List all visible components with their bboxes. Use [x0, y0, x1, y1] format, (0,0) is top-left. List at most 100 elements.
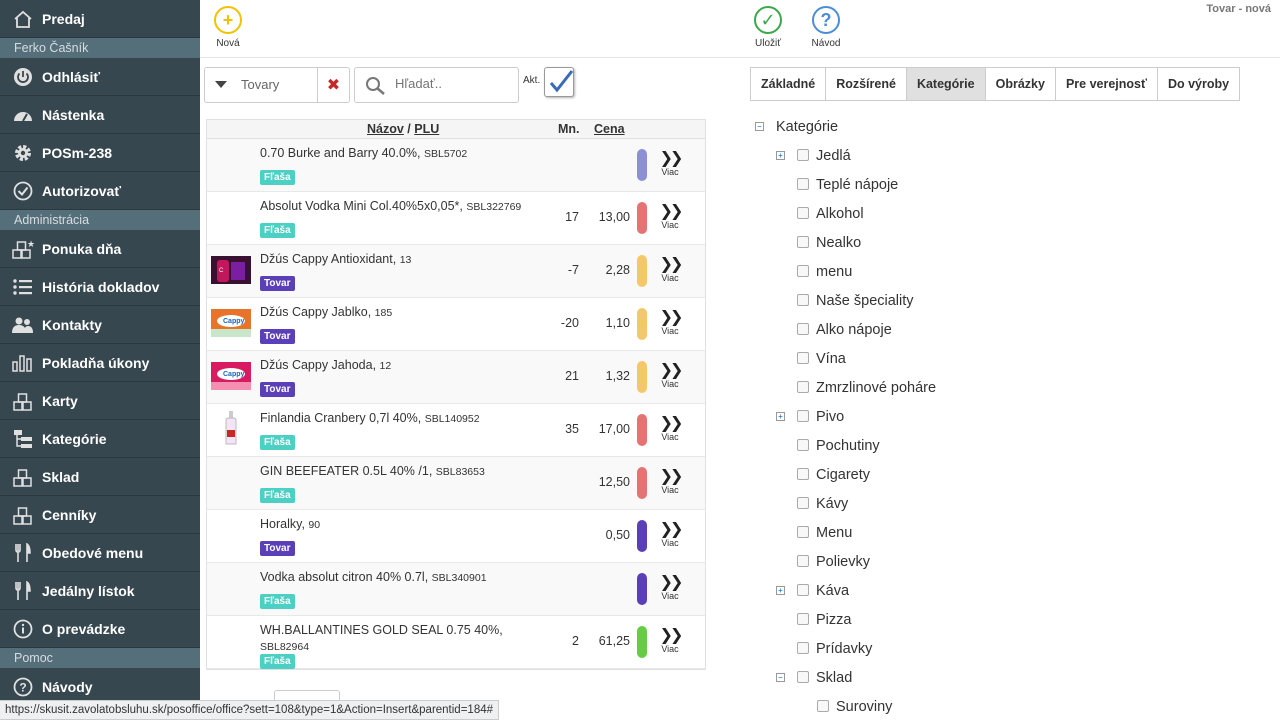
- save-button[interactable]: ✓ Uložiť: [743, 6, 793, 49]
- sidebar-item-obedove-menu[interactable]: Obedové menu: [0, 534, 200, 572]
- more-label: Viac: [661, 167, 679, 177]
- product-type-badge: Fľaša: [260, 170, 295, 185]
- sort-by-name-link[interactable]: Názov: [367, 122, 404, 136]
- tab-kategorie[interactable]: Kategórie: [905, 67, 986, 101]
- category-checkbox[interactable]: [797, 178, 809, 190]
- product-price: 0,50: [605, 528, 630, 542]
- table-row[interactable]: GIN BEEFEATER 0.5L 40% /1, SBL83653 Fľaša…: [207, 457, 705, 510]
- category-checkbox[interactable]: [797, 468, 809, 480]
- expand-icon[interactable]: +: [776, 586, 785, 595]
- category-checkbox[interactable]: [797, 526, 809, 538]
- category-checkbox[interactable]: [797, 207, 809, 219]
- double-chevron-right-icon: ❯❯: [659, 362, 684, 379]
- sidebar-item-cenniky[interactable]: Cenníky: [0, 496, 200, 534]
- sidebar-item-karty[interactable]: Karty: [0, 382, 200, 420]
- sidebar-item-kontakty[interactable]: Kontakty: [0, 306, 200, 344]
- category-checkbox[interactable]: [797, 497, 809, 509]
- product-name: Horalky, 90: [260, 516, 545, 533]
- more-button[interactable]: ❯❯ Viac: [657, 204, 684, 231]
- sidebar-item-sklad[interactable]: Sklad: [0, 458, 200, 496]
- sidebar-item-o-prevadzke[interactable]: O prevádzke: [0, 610, 200, 648]
- more-button[interactable]: ❯❯ Viac: [657, 151, 684, 178]
- sidebar-item-ponuka-dna[interactable]: ★ Ponuka dňa: [0, 230, 200, 268]
- category-checkbox[interactable]: [797, 613, 809, 625]
- category-checkbox[interactable]: [797, 584, 809, 596]
- type-select-value[interactable]: Tovary: [237, 67, 318, 103]
- sidebar-item-predaj[interactable]: Predaj: [0, 0, 200, 38]
- collapse-icon[interactable]: −: [776, 673, 785, 682]
- more-button[interactable]: ❯❯ Viac: [657, 628, 684, 655]
- svg-text:★: ★: [27, 239, 34, 249]
- table-row[interactable]: 0.70 Burke and Barry 40.0%, SBL5702 Fľaša…: [207, 139, 705, 192]
- product-quantity: 2: [572, 634, 579, 648]
- category-checkbox[interactable]: [797, 323, 809, 335]
- active-checkbox[interactable]: [544, 67, 574, 97]
- category-checkbox[interactable]: [797, 294, 809, 306]
- table-row[interactable]: WH.BALLANTINES GOLD SEAL 0.75 40%, SBL829…: [207, 616, 705, 669]
- more-button[interactable]: ❯❯ Viac: [657, 257, 684, 284]
- collapse-icon[interactable]: −: [755, 122, 764, 131]
- more-button[interactable]: ❯❯ Viac: [657, 416, 684, 443]
- category-checkbox[interactable]: [797, 236, 809, 248]
- clear-type-button[interactable]: ✖: [317, 67, 350, 103]
- new-button[interactable]: + Nová: [203, 6, 253, 49]
- table-row[interactable]: Vodka absolut citron 40% 0.7l, SBL340901…: [207, 563, 705, 616]
- boxes-star-icon: ★: [12, 238, 34, 260]
- product-name: WH.BALLANTINES GOLD SEAL 0.75 40%, SBL829…: [260, 622, 545, 655]
- sidebar-item-nastenka[interactable]: Nástenka: [0, 96, 200, 134]
- info-icon: [12, 618, 34, 640]
- detail-tabs: Základné Rozšírené Kategórie Obrázky Pre ver…: [750, 67, 1241, 101]
- category-checkbox[interactable]: [817, 700, 829, 712]
- sidebar-item-pokladna-ukony[interactable]: Pokladňa úkony: [0, 344, 200, 382]
- category-checkbox[interactable]: [797, 149, 809, 161]
- expand-icon[interactable]: +: [776, 151, 785, 160]
- search-icon: [366, 77, 385, 95]
- sidebar-item-posm-238[interactable]: POSm-238: [0, 134, 200, 172]
- type-dropdown-button[interactable]: [204, 67, 238, 103]
- sort-by-plu-link[interactable]: PLU: [414, 122, 439, 136]
- product-plu: SBL5702: [424, 148, 468, 160]
- sidebar-item-autorizovat[interactable]: Autorizovať: [0, 172, 200, 210]
- search-input[interactable]: [395, 76, 513, 91]
- table-row[interactable]: C Džús Cappy Antioxidant, 13 Tovar -7 2,28 ❯❯…: [207, 245, 705, 298]
- sidebar-item-jedalny-listok[interactable]: Jedálny lístok: [0, 572, 200, 610]
- table-row[interactable]: Cappy Džús Cappy Jablko, 185 Tovar -20 1,10 ❯…: [207, 298, 705, 351]
- table-row[interactable]: Finlandia Cranbery 0,7l 40%, SBL140952 Fľ…: [207, 404, 705, 457]
- category-checkbox[interactable]: [797, 555, 809, 567]
- category-checkbox[interactable]: [797, 439, 809, 451]
- more-button[interactable]: ❯❯ Viac: [657, 574, 684, 602]
- sidebar-item-label: Obedové menu: [42, 544, 144, 561]
- sidebar-item-kategorie[interactable]: Kategórie: [0, 420, 200, 458]
- double-chevron-right-icon: ❯❯: [659, 574, 684, 591]
- tab-pre-verejnost[interactable]: Pre verejnosť: [1054, 67, 1158, 101]
- tab-rozsirene[interactable]: Rozšírené: [825, 67, 907, 101]
- page-title: Tovar - nová: [1206, 3, 1271, 15]
- more-button[interactable]: ❯❯ Viac: [657, 362, 684, 390]
- more-button[interactable]: ❯❯ Viac: [657, 310, 684, 337]
- table-row[interactable]: Horalky, 90 Tovar 0,50 ❯❯ Viac: [207, 510, 705, 563]
- category-checkbox[interactable]: [797, 381, 809, 393]
- tab-do-vyroby[interactable]: Do výroby: [1156, 67, 1241, 101]
- table-row[interactable]: Cappy Džús Cappy Jahoda, 12 Tovar 21 1,32 ❯❯ V…: [207, 351, 705, 404]
- sidebar-item-historia-dokladov[interactable]: História dokladov: [0, 268, 200, 306]
- category-label: Polievky: [816, 554, 870, 570]
- category-checkbox[interactable]: [797, 642, 809, 654]
- help-button[interactable]: ? Návod: [801, 6, 851, 49]
- category-checkbox[interactable]: [797, 410, 809, 422]
- tab-obrazky[interactable]: Obrázky: [984, 67, 1056, 101]
- more-button[interactable]: ❯❯ Viac: [657, 469, 684, 496]
- category-checkbox[interactable]: [797, 671, 809, 683]
- product-name-text: Absolut Vodka Mini Col.40%5x0,05*,: [260, 199, 463, 213]
- more-button[interactable]: ❯❯ Viac: [657, 522, 684, 549]
- category-label: Cigarety: [816, 467, 870, 483]
- category-checkbox[interactable]: [797, 265, 809, 277]
- category-checkbox[interactable]: [797, 352, 809, 364]
- tab-zakladne[interactable]: Základné: [750, 67, 827, 101]
- sort-by-price-link[interactable]: Cena: [594, 122, 625, 136]
- sidebar-item-odhlasit[interactable]: Odhlásiť: [0, 58, 200, 96]
- search-field[interactable]: [354, 67, 519, 103]
- product-color-indicator: [637, 255, 647, 287]
- table-row[interactable]: Absolut Vodka Mini Col.40%5x0,05*, SBL32…: [207, 192, 705, 245]
- category-label: Prídavky: [816, 641, 873, 657]
- expand-icon[interactable]: +: [776, 412, 785, 421]
